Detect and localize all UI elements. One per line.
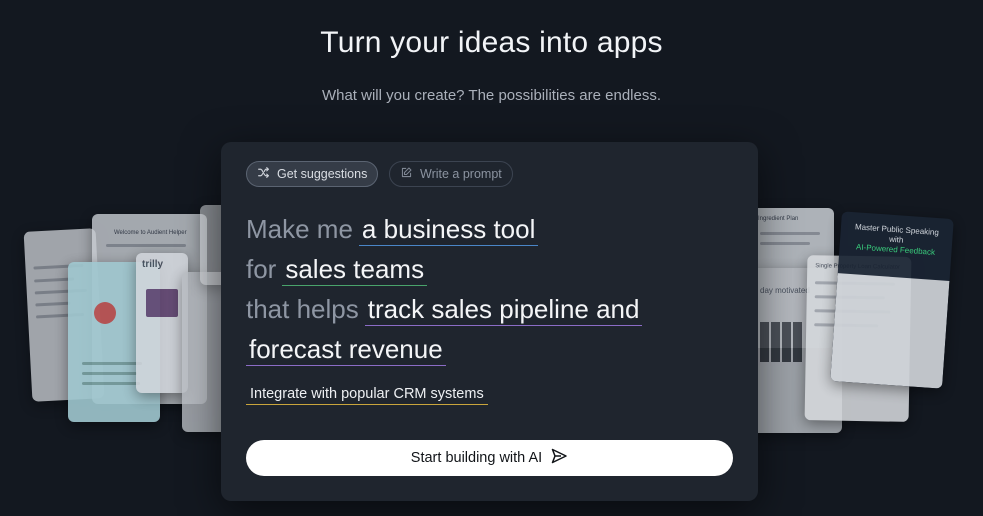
- write-prompt-tab[interactable]: Write a prompt: [389, 161, 513, 187]
- cherry-illustration: [94, 302, 116, 324]
- prompt-prefix: that helps: [246, 294, 359, 324]
- shuffle-icon: [257, 166, 270, 182]
- prompt-card: Get suggestions Write a prompt Make me a …: [221, 142, 758, 501]
- prompt-prefix: Make me: [246, 214, 353, 244]
- prompt-line-1: Make me a business tool: [246, 212, 539, 246]
- goal-selector[interactable]: track sales pipeline and: [364, 294, 643, 326]
- goal-selector-continued[interactable]: forecast revenue: [246, 334, 446, 366]
- start-building-button[interactable]: Start building with AI: [246, 440, 733, 476]
- app-preview-card: trilly: [136, 253, 188, 393]
- preview-caption: Ingredient Plan: [758, 216, 799, 222]
- preview-panel: [830, 273, 950, 389]
- audience-selector[interactable]: sales teams: [282, 254, 428, 286]
- feature-tag[interactable]: Integrate with popular CRM systems: [246, 386, 488, 405]
- preview-caption: day motivated: [760, 286, 810, 295]
- prompt-prefix: for: [246, 254, 277, 284]
- start-building-label: Start building with AI: [410, 450, 543, 466]
- hero-title: Turn your ideas into apps: [320, 26, 663, 59]
- preview-image: [146, 289, 178, 317]
- hero-subtitle: What will you create? The possibilities …: [321, 87, 662, 104]
- get-suggestions-tab[interactable]: Get suggestions: [246, 161, 379, 187]
- prompt-line-4: forecast revenue: [246, 332, 446, 366]
- app-preview-card: Master Public Speaking with AI-Powered F…: [830, 211, 954, 389]
- write-prompt-label: Write a prompt: [420, 167, 502, 181]
- edit-icon: [400, 166, 413, 182]
- prompt-line-2: for sales teams: [246, 252, 428, 286]
- preview-caption: trilly: [142, 259, 164, 270]
- prompt-line-3: that helps track sales pipeline and: [246, 292, 643, 326]
- send-icon: [550, 447, 568, 469]
- get-suggestions-label: Get suggestions: [277, 167, 368, 181]
- app-type-selector[interactable]: a business tool: [358, 214, 539, 246]
- preview-caption: Welcome to Audient Helper: [114, 230, 187, 236]
